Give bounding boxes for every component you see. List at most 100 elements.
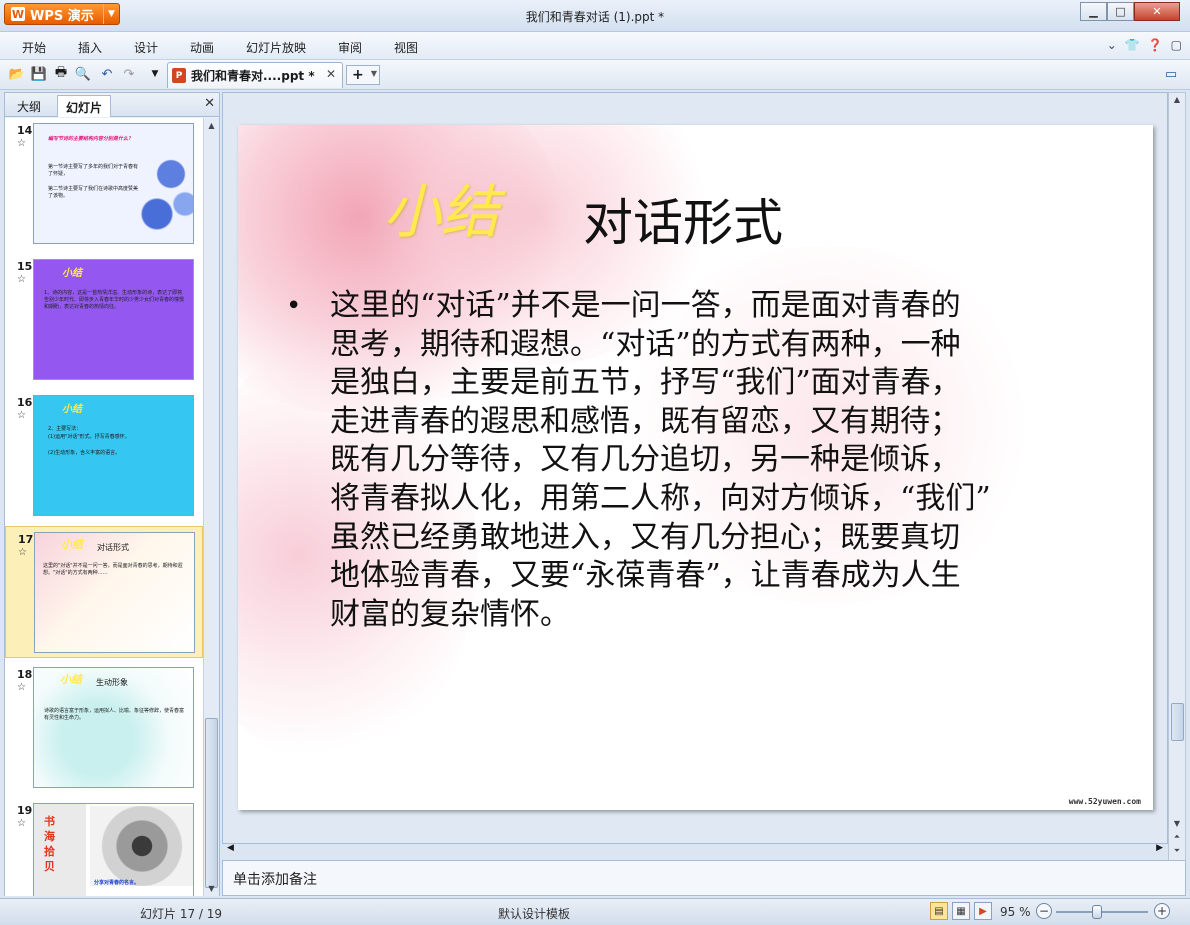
close-window-button[interactable]: ✕ [1134, 2, 1180, 21]
save-icon[interactable]: 💾 [30, 65, 48, 83]
slide-sorter-icon[interactable]: ▦ [952, 902, 970, 920]
thumb-text: 1、诗的内容，这是一首热情洋溢、生动形象的诗，表达了即将告别少年时代、即将步入青… [44, 290, 185, 310]
thumb-title: 编写节诗的主要结构内容分别是什么？ [48, 136, 134, 142]
slide-preview: 书海拾贝 分享对青春的名言。 [33, 803, 194, 896]
scrollbar-thumb[interactable] [205, 718, 218, 888]
slide-preview: 小结 对话形式 这里的"对话"并不是一问一答，而是面对青春的思考，期待和遐想。"… [34, 532, 195, 653]
menu-home[interactable]: 开始 [22, 39, 46, 56]
thumbnail-list: 14 ☆ 编写节诗的主要结构内容分别是什么？ 第一节诗主要写了多年的我们对于青春… [5, 118, 203, 896]
animation-star-icon: ☆ [18, 547, 27, 558]
watermark-text: www.52yuwen.com [1068, 797, 1141, 806]
minimize-button[interactable]: ▁ [1080, 2, 1107, 21]
chevron-down-icon[interactable]: ⌄ [1107, 38, 1117, 52]
customize-toolbar-icon[interactable]: ▼ [146, 65, 164, 83]
slide-scrollbar[interactable]: ▲ ▼ ⏶ ⏷ [1168, 92, 1186, 862]
slide-title: 对话形式 [583, 194, 783, 252]
window-title: 我们和青春对话 (1).ppt * [525, 10, 665, 24]
slideshow-play-icon[interactable]: ▶ [974, 902, 992, 920]
tab-slides[interactable]: 幻灯片 [57, 95, 112, 117]
close-panel-icon[interactable]: ✕ [204, 96, 215, 111]
help-icon[interactable]: ❓ [1148, 38, 1163, 52]
template-name: 默认设计模板 [498, 907, 571, 921]
slide-thumbnail-14[interactable]: 14 ☆ 编写节诗的主要结构内容分别是什么？ 第一节诗主要写了多年的我们对于青春… [5, 118, 203, 250]
zoom-slider-handle[interactable] [1092, 905, 1103, 919]
zoom-level: 95 % [1000, 905, 1031, 919]
zoom-in-icon[interactable]: + [1154, 903, 1170, 919]
document-tab-title: 我们和青春对....ppt * [191, 69, 315, 83]
panel-tabs: 大纲 幻灯片 ✕ [5, 93, 219, 117]
tab-outline[interactable]: 大纲 [9, 95, 49, 117]
animation-star-icon: ☆ [17, 274, 26, 285]
new-tab-button[interactable]: + ▼ [346, 65, 380, 85]
horizontal-scrollbar[interactable]: ◀ ▶ [223, 843, 1167, 858]
undo-icon[interactable]: ↶ [98, 65, 116, 83]
thumb-text: 分享对青春的名言。 [94, 880, 140, 886]
slide-title-highlight: 小结 [383, 178, 500, 246]
slide-preview: 编写节诗的主要结构内容分别是什么？ 第一节诗主要写了多年的我们对于青春有了怀疑，… [33, 123, 194, 244]
panel-toggle-icon[interactable]: ▭ [1162, 65, 1180, 83]
blue-flower-image [129, 134, 193, 234]
scroll-down-icon[interactable]: ▼ [204, 881, 219, 896]
slide-thumbnail-19[interactable]: 19 ☆ 书海拾贝 分享对青春的名言。 [5, 798, 203, 896]
quick-access-toolbar: 📂 💾 🖶 🔍 ↶ ↷ ▼ P 我们和青春对....ppt * ✕ + ▼ ▭ [0, 60, 1190, 90]
scrollbar-thumb[interactable] [1171, 703, 1184, 741]
menu-view[interactable]: 视图 [394, 39, 418, 56]
scroll-right-icon[interactable]: ▶ [1156, 843, 1163, 853]
menu-design[interactable]: 设计 [134, 39, 158, 56]
thumb-text: 这里的"对话"并不是一问一答，而是面对青春的思考，期待和遐想。"对话"的方式有两… [43, 563, 183, 576]
slide-thumbnail-17[interactable]: 17 ☆ 小结 对话形式 这里的"对话"并不是一问一答，而是面对青春的思考，期待… [5, 526, 203, 658]
print-preview-icon[interactable]: 🔍 [74, 65, 92, 83]
slide-thumbnail-18[interactable]: 18 ☆ 小结 生动形象 诗歌的语言富于形象，运用拟人、比喻、象征等修辞，使青春… [5, 662, 203, 794]
animation-star-icon: ☆ [17, 410, 26, 421]
status-bar: 幻灯片 17 / 19 默认设计模板 ▤ ▦ ▶ 95 % − + [0, 898, 1190, 925]
restore-ribbon-icon[interactable]: ▢ [1171, 38, 1182, 52]
print-icon[interactable]: 🖶 [52, 65, 70, 83]
menu-review[interactable]: 审阅 [338, 39, 362, 56]
menu-insert[interactable]: 插入 [78, 39, 102, 56]
document-tab[interactable]: P 我们和青春对....ppt * ✕ [167, 62, 343, 88]
scroll-down-icon[interactable]: ▼ [1169, 817, 1185, 829]
slide-counter: 幻灯片 17 / 19 [140, 907, 223, 921]
normal-view-icon[interactable]: ▤ [930, 902, 948, 920]
current-slide[interactable]: 小结 对话形式 • 这里的“对话”并不是一问一答，而是面对青春的 思考，期待和遐… [238, 125, 1153, 810]
animation-star-icon: ☆ [17, 682, 26, 693]
redo-icon[interactable]: ↷ [120, 65, 138, 83]
menu-bar: 开始 插入 设计 动画 幻灯片放映 审阅 视图 ⌄ 👕 ❓ ▢ [0, 32, 1190, 60]
thumb-title: 小结 [60, 673, 82, 686]
scroll-up-icon[interactable]: ▲ [204, 118, 219, 133]
sunflower-image [90, 806, 193, 886]
slide-preview: 小结 2、主要写法： (1)运用"对话"形式，抒写青春感怀。 (2)生动形象，含… [33, 395, 194, 516]
slide-thumbnail-16[interactable]: 16 ☆ 小结 2、主要写法： (1)运用"对话"形式，抒写青春感怀。 (2)生… [5, 390, 203, 522]
plus-icon: + [352, 67, 364, 83]
slide-number: 19 [17, 804, 33, 817]
thumb-text: 第一节诗主要写了多年的我们对于青春有了怀疑， [48, 164, 139, 177]
close-tab-icon[interactable]: ✕ [326, 67, 336, 81]
slide-number: 16 [17, 396, 33, 409]
maximize-button[interactable]: □ [1107, 2, 1134, 21]
notes-pane[interactable]: 单击添加备注 [222, 860, 1186, 896]
open-folder-icon[interactable]: 📂 [8, 65, 26, 83]
menu-slideshow[interactable]: 幻灯片放映 [246, 39, 306, 56]
notes-placeholder: 单击添加备注 [233, 872, 317, 888]
chevron-down-icon[interactable]: ▼ [371, 69, 377, 78]
next-slide-icon[interactable]: ⏷ [1169, 845, 1185, 857]
slide-number: 17 [18, 533, 34, 546]
previous-slide-icon[interactable]: ⏶ [1169, 831, 1185, 843]
thumb-title: 小结 [61, 538, 83, 551]
slide-number: 15 [17, 260, 33, 273]
slide-thumbnail-15[interactable]: 15 ☆ 小结 1、诗的内容，这是一首热情洋溢、生动形象的诗，表达了即将告别少年… [5, 254, 203, 386]
scroll-up-icon[interactable]: ▲ [1169, 93, 1185, 105]
skin-shirt-icon[interactable]: 👕 [1125, 38, 1140, 52]
thumb-text: 第二节诗主要写了我们在诗歌中高度赞美了该物。 [48, 186, 139, 199]
animation-star-icon: ☆ [17, 138, 26, 149]
bullet-marker: • [286, 291, 302, 321]
animation-star-icon: ☆ [17, 818, 26, 829]
thumb-title: 书海拾贝 [44, 815, 55, 873]
menu-right-tools: ⌄ 👕 ❓ ▢ [1107, 38, 1182, 52]
scroll-left-icon[interactable]: ◀ [227, 843, 234, 853]
thumb-text: (2)生动形象，含义丰富的语言。 [48, 450, 121, 456]
menu-animation[interactable]: 动画 [190, 39, 214, 56]
zoom-out-icon[interactable]: − [1036, 903, 1052, 919]
slide-number: 18 [17, 668, 33, 681]
thumbnail-scrollbar[interactable]: ▲ ▼ [203, 118, 219, 896]
